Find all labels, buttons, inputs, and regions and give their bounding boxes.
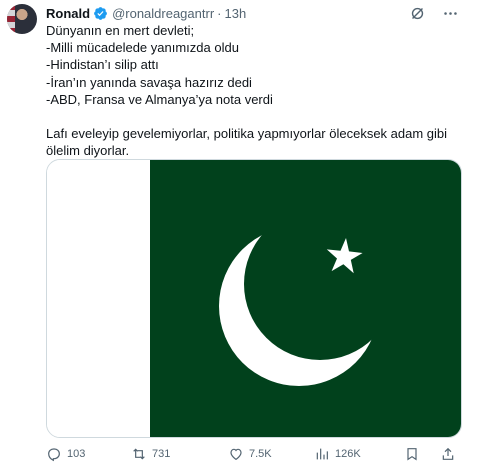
text-line: -Hindistan’ı silip attı [46,57,159,73]
text-line: Dünyanın en mert devleti; [46,23,195,38]
views-button[interactable]: 126K [314,446,361,462]
reply-button[interactable]: 103 [46,446,85,462]
bookmark-icon [407,448,417,461]
text-line: -Milli mücadelede yanımızda oldu [46,40,239,56]
separator-dot: · [217,5,222,21]
timestamp[interactable]: 13h [225,6,247,21]
share-button[interactable] [440,446,456,462]
flag-green-field [150,160,461,437]
flag-white-band [47,160,150,437]
avatar[interactable] [7,4,37,34]
author-handle[interactable]: @ronaldreagantrr [112,6,214,21]
grok-icon[interactable] [409,5,426,22]
text-line: -İran’ın yanında savaşa hazırız dedi [46,74,252,90]
repost-count: 731 [152,448,171,460]
like-button[interactable]: 7.5K [228,446,272,462]
action-bar: 103 731 7.5K 126K [46,445,466,463]
text-line: Lafı eveleyip gevelemiyorlar, politika y… [46,126,448,142]
more-options-icon[interactable] [442,5,459,22]
tweet[interactable]: Ronald @ronaldreagantrr · 13h Dünyanın e… [0,0,477,464]
like-count: 7.5K [249,448,272,460]
reply-count: 103 [67,448,86,460]
tweet-text: Dünyanın en mert devleti; -Milli mücadel… [46,22,466,159]
heart-icon [230,448,242,461]
text-line: -ABD, Fransa ve Almanya’ya nota verdi [46,91,273,107]
repost-button[interactable]: 731 [131,446,170,462]
view-count: 126K [335,448,361,460]
reply-icon [48,448,60,462]
author-name[interactable]: Ronald [46,6,90,21]
tweet-image-pakistan-flag[interactable] [46,159,462,438]
text-line: ölelim diyorlar. [46,143,130,159]
analytics-icon [316,448,328,460]
crescent-and-star-icon [150,160,461,437]
bookmark-button[interactable] [404,446,420,462]
repost-icon [133,448,145,460]
share-icon [442,447,454,460]
verified-badge-icon [93,6,108,21]
tweet-header: Ronald @ronaldreagantrr · 13h [46,4,246,22]
top-right-actions [409,5,459,22]
